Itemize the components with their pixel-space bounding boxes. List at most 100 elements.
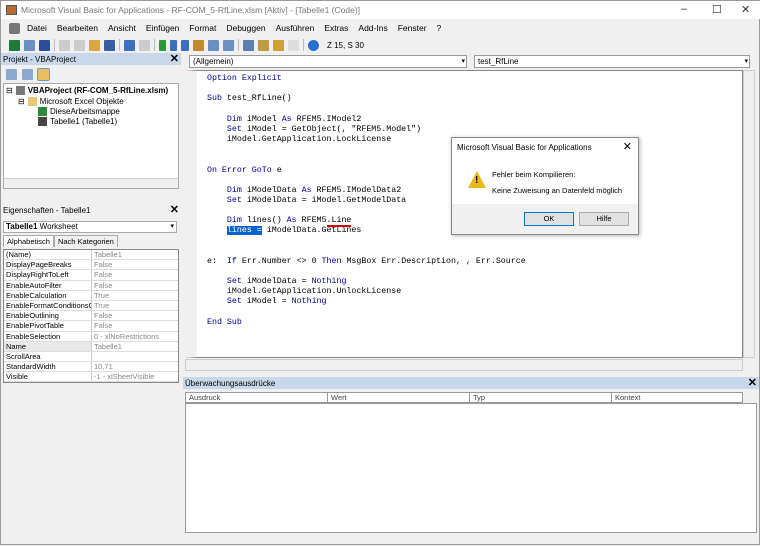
- dialog-message-heading: Fehler beim Kompilieren:: [492, 170, 575, 179]
- toolbox-icon[interactable]: [258, 40, 269, 51]
- property-value[interactable]: -1 - xlSheetVisible: [92, 372, 154, 381]
- property-value[interactable]: True: [92, 301, 109, 310]
- excel-icon[interactable]: [9, 40, 20, 51]
- help-button[interactable]: Hilfe: [579, 212, 629, 226]
- menu-einfuegen[interactable]: Einfügen: [141, 23, 185, 33]
- property-value[interactable]: Tabelle1: [92, 250, 122, 259]
- undo-icon[interactable]: [124, 40, 135, 51]
- minimize-button[interactable]: –: [681, 3, 687, 15]
- close-icon[interactable]: ✕: [170, 203, 179, 216]
- properties-icon[interactable]: [223, 40, 234, 51]
- close-icon[interactable]: ✕: [170, 52, 179, 65]
- tree-item-vbaproject[interactable]: ⊟VBAProject (RF-COM_5-RfLine.xlsm): [6, 86, 168, 95]
- property-row[interactable]: EnableCalculationTrue: [4, 291, 178, 301]
- menu-datei[interactable]: Datei: [22, 23, 52, 33]
- sheet-icon: [38, 117, 47, 126]
- run-icon[interactable]: [159, 40, 166, 51]
- property-row[interactable]: NameTabelle1: [4, 342, 178, 352]
- property-value[interactable]: 10,71: [92, 362, 113, 371]
- property-row[interactable]: DisplayRightToLeftFalse: [4, 270, 178, 280]
- maximize-button[interactable]: ☐: [712, 3, 722, 16]
- chevron-down-icon: ▾: [461, 56, 465, 67]
- code-hscrollbar[interactable]: [185, 359, 743, 371]
- property-row[interactable]: ScrollArea: [4, 352, 178, 362]
- menu-format[interactable]: Format: [184, 23, 221, 33]
- menu-ausfuehren[interactable]: Ausführen: [271, 23, 320, 33]
- redo-icon[interactable]: [139, 40, 150, 51]
- project-explorer-icon[interactable]: [208, 40, 219, 51]
- toggle-folders-icon[interactable]: [38, 69, 49, 80]
- tree-item-tabelle1[interactable]: Tabelle1 (Tabelle1): [38, 117, 117, 126]
- property-name: ScrollArea: [4, 352, 92, 361]
- property-value[interactable]: True: [92, 291, 109, 300]
- pause-icon[interactable]: [170, 40, 177, 51]
- property-value[interactable]: False: [92, 270, 112, 279]
- dialog-message: Keine Zuweisung an Datenfeld möglich: [492, 186, 622, 195]
- property-row[interactable]: Visible-1 - xlSheetVisible: [4, 372, 178, 382]
- menu-addins[interactable]: Add-Ins: [353, 23, 392, 33]
- property-value[interactable]: 0 - xlNoRestrictions: [92, 332, 159, 341]
- view-object-icon[interactable]: [22, 69, 33, 80]
- property-row[interactable]: (Name)Tabelle1: [4, 250, 178, 260]
- tools-icon[interactable]: [273, 40, 284, 51]
- tree-hscrollbar[interactable]: [4, 178, 178, 188]
- property-value[interactable]: Tabelle1: [92, 342, 122, 351]
- chevron-down-icon: ▾: [170, 222, 174, 230]
- project-icon: [16, 86, 25, 95]
- properties-window: Eigenschaften - Tabelle1 ✕ Tabelle1 Work…: [1, 204, 181, 546]
- tab-nach-kategorien[interactable]: Nach Kategorien: [54, 235, 118, 247]
- property-row[interactable]: EnableSelection0 - xlNoRestrictions: [4, 332, 178, 342]
- stop-icon[interactable]: [181, 40, 189, 51]
- watch-list[interactable]: [185, 403, 757, 533]
- code-vscrollbar[interactable]: [743, 70, 755, 358]
- property-value[interactable]: False: [92, 260, 112, 269]
- procedure-combo[interactable]: test_RfLine▾: [474, 55, 750, 68]
- column-kontext[interactable]: Kontext: [612, 393, 742, 402]
- column-ausdruck[interactable]: Ausdruck: [186, 393, 328, 402]
- object-select[interactable]: Tabelle1 Worksheet▾: [3, 221, 177, 233]
- tree-item-workbook[interactable]: DieseArbeitsmappe: [38, 107, 120, 116]
- property-value[interactable]: False: [92, 321, 112, 330]
- menu-ansicht[interactable]: Ansicht: [103, 23, 141, 33]
- property-row[interactable]: StandardWidth10,71: [4, 362, 178, 372]
- cursor-position: Z 15, S 30: [327, 41, 364, 50]
- property-row[interactable]: EnableFormatConditionsCalcTrue: [4, 301, 178, 311]
- column-typ[interactable]: Typ: [470, 393, 612, 402]
- ok-button[interactable]: OK: [524, 212, 574, 226]
- excel-window-icon[interactable]: [9, 23, 20, 34]
- menu-debuggen[interactable]: Debuggen: [221, 23, 270, 33]
- project-header: Projekt - VBAProject ✕: [1, 53, 181, 65]
- find-icon[interactable]: [104, 40, 115, 51]
- save-icon[interactable]: [39, 40, 50, 51]
- menu-fenster[interactable]: Fenster: [393, 23, 432, 33]
- property-value[interactable]: [92, 352, 94, 361]
- help-icon[interactable]: [308, 40, 319, 51]
- property-row[interactable]: EnablePivotTableFalse: [4, 321, 178, 331]
- insert-userform-icon[interactable]: [24, 40, 35, 51]
- property-row[interactable]: DisplayPageBreaksFalse: [4, 260, 178, 270]
- property-value[interactable]: False: [92, 281, 112, 290]
- menu-bearbeiten[interactable]: Bearbeiten: [52, 23, 103, 33]
- copy-icon[interactable]: [74, 40, 85, 51]
- collapse-icon[interactable]: ⊟: [6, 86, 13, 95]
- view-code-icon[interactable]: [6, 69, 17, 80]
- object-combo[interactable]: (Allgemein)▾: [189, 55, 467, 68]
- tree-item-excel-objects[interactable]: ⊟Microsoft Excel Objekte: [18, 97, 124, 106]
- paste-icon[interactable]: [89, 40, 100, 51]
- property-value[interactable]: False: [92, 311, 112, 320]
- property-row[interactable]: EnableAutoFilterFalse: [4, 281, 178, 291]
- cut-icon[interactable]: [59, 40, 70, 51]
- design-mode-icon[interactable]: [193, 40, 204, 51]
- tab-alphabetisch[interactable]: Alphabetisch: [3, 235, 54, 247]
- menu-help[interactable]: ?: [432, 23, 447, 33]
- close-button[interactable]: ✕: [741, 3, 750, 16]
- object-browser-icon[interactable]: [243, 40, 254, 51]
- menu-extras[interactable]: Extras: [319, 23, 353, 33]
- tabs-icon[interactable]: [288, 40, 299, 51]
- dialog-close-icon[interactable]: ✕: [623, 140, 632, 153]
- property-row[interactable]: EnableOutliningFalse: [4, 311, 178, 321]
- properties-header: Eigenschaften - Tabelle1 ✕: [1, 204, 181, 216]
- close-icon[interactable]: ✕: [748, 376, 757, 389]
- column-wert[interactable]: Wert: [328, 393, 470, 402]
- collapse-icon[interactable]: ⊟: [18, 97, 25, 106]
